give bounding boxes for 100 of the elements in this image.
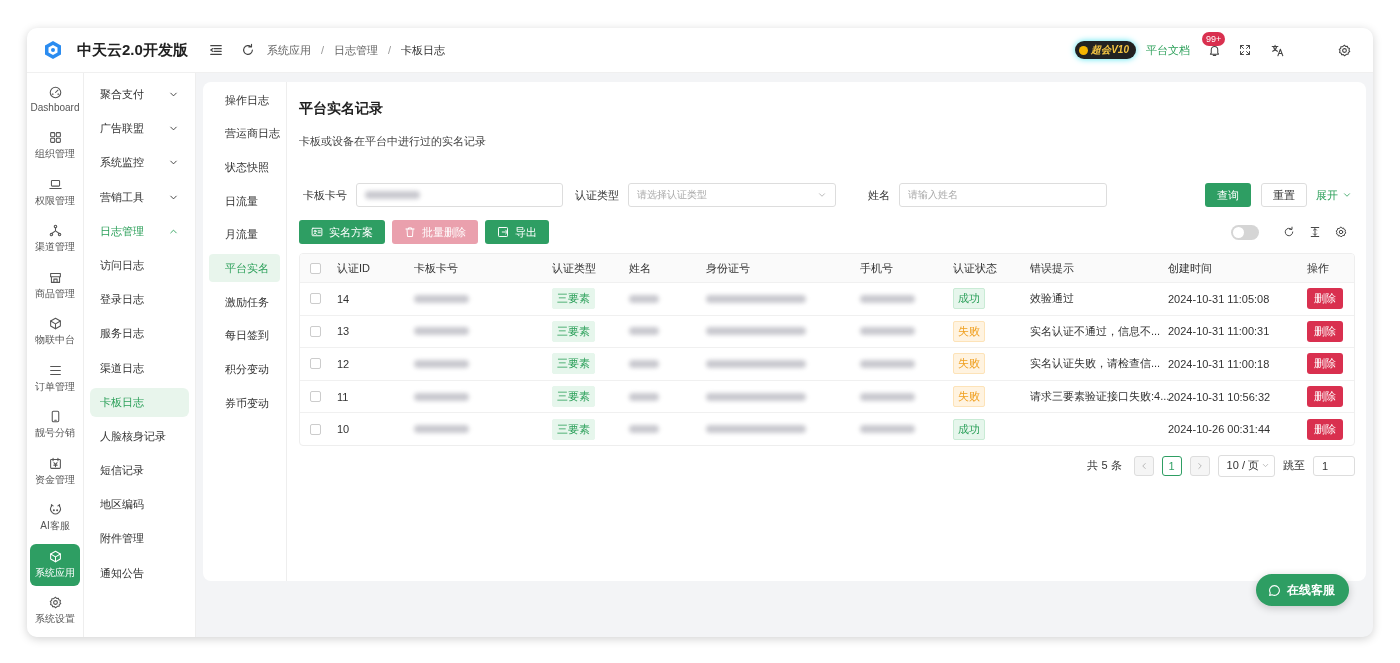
store-icon (48, 270, 62, 284)
type-tag: 三要素 (552, 386, 595, 408)
vip-badge[interactable]: 超会V10 (1075, 41, 1136, 59)
column-settings-button[interactable] (1335, 226, 1347, 238)
menu-item[interactable]: 地区编码 (90, 490, 189, 520)
settings-icon (1338, 43, 1351, 57)
settings-icon (1335, 226, 1347, 238)
filter-label: 姓名 (868, 187, 890, 203)
delete-button[interactable]: 删除 (1307, 386, 1343, 408)
nav-rail-item[interactable]: 资金管理 (30, 451, 80, 493)
total-count: 共 5 条 (1087, 458, 1122, 474)
column-header: 姓名 (629, 260, 652, 276)
input-field[interactable] (356, 183, 563, 207)
table-cell-text: 14 (337, 292, 351, 305)
id-card-icon (311, 226, 323, 238)
table-cell-text: 效验通过 (1030, 291, 1075, 307)
nav-rail-item[interactable]: 渠道管理 (30, 218, 80, 261)
table-cell-text: 11 (337, 390, 350, 403)
menu-item[interactable]: 通知公告 (90, 558, 189, 588)
menu-group[interactable]: 日志管理 (90, 216, 189, 246)
refresh-button[interactable] (241, 43, 255, 57)
row-checkbox[interactable] (310, 325, 321, 337)
sub-nav-item[interactable]: 每日签到 (209, 321, 280, 350)
sub-nav-item[interactable]: 操作日志 (209, 86, 280, 114)
menu-item[interactable]: 渠道日志 (90, 353, 189, 383)
menu-toggle-button[interactable] (209, 43, 223, 57)
prev-page-button[interactable] (1133, 455, 1154, 476)
refresh-button[interactable] (1283, 226, 1295, 238)
fullscreen-button[interactable] (1239, 44, 1251, 56)
page-button[interactable]: 1 (1161, 455, 1182, 476)
filter-label: 认证类型 (575, 187, 619, 203)
status-tag: 失败 (953, 320, 985, 342)
nav-rail-item[interactable]: 订单管理 (30, 358, 80, 400)
row-height-button[interactable] (1309, 226, 1321, 238)
bell-icon (1208, 43, 1221, 57)
row-checkbox[interactable] (310, 423, 321, 435)
nav-rail-item[interactable]: 组织管理 (30, 125, 80, 168)
table-cell-text: 10 (337, 423, 351, 436)
menu-item[interactable]: 短信记录 (90, 456, 189, 486)
translate-icon (1271, 43, 1284, 57)
select-all-checkbox[interactable] (310, 262, 321, 274)
table-cell-text: 实名认证不通过，信息不... (1030, 323, 1162, 339)
menu-item[interactable]: 登录日志 (90, 285, 189, 315)
nav-rail-item[interactable]: 系统设置 (30, 590, 80, 633)
nav-rail-item[interactable]: 靓号分销 (30, 404, 80, 447)
settings-button[interactable] (1338, 43, 1351, 57)
chat-icon (1268, 583, 1281, 597)
sub-nav-item[interactable]: 日流量 (209, 187, 280, 216)
sub-nav-item[interactable]: 状态快照 (209, 153, 280, 182)
breadcrumb-item[interactable]: 系统应用 (267, 42, 311, 58)
breadcrumb-item[interactable]: 日志管理 (334, 42, 379, 58)
table-cell-text: 2024-10-26 00:31:44 (1168, 423, 1272, 436)
delete-button[interactable]: 删除 (1307, 418, 1343, 440)
calendar-icon (48, 456, 62, 470)
menu-group[interactable]: 广告联盟 (90, 114, 189, 144)
nav-rail-item[interactable]: 商品管理 (30, 265, 80, 307)
sub-nav-item[interactable]: 月流量 (209, 220, 280, 249)
menu-group[interactable]: 聚合支付 (90, 80, 189, 109)
breadcrumb-separator: / (321, 44, 325, 56)
language-button[interactable] (1271, 43, 1284, 57)
chevron-down-icon (1342, 190, 1352, 200)
menu-group[interactable]: 系统监控 (90, 148, 189, 178)
column-header: 创建时间 (1168, 260, 1213, 276)
nav-rail-item[interactable]: 物联中台 (30, 311, 80, 354)
row-checkbox[interactable] (310, 293, 321, 305)
page-size-select[interactable]: 10 / 页 (1217, 454, 1275, 477)
sub-nav-item[interactable]: 券币变动 (209, 389, 280, 418)
expand-link[interactable]: 展开 (1307, 183, 1355, 207)
reset-button[interactable]: 重置 (1261, 183, 1307, 207)
delete-button[interactable]: 删除 (1307, 353, 1343, 375)
menu-item[interactable]: 人脸核身记录 (90, 421, 189, 451)
column-header: 认证类型 (552, 260, 597, 276)
nav-rail-item[interactable]: Dashboard (30, 79, 80, 121)
menu-group[interactable]: 营销工具 (90, 182, 189, 212)
filter-label: 卡板卡号 (303, 187, 347, 203)
notification-button[interactable] (1208, 43, 1221, 57)
type-tag: 三要素 (552, 288, 595, 310)
next-page-button[interactable] (1189, 455, 1210, 476)
app-title: 中天云2.0开发版 (77, 40, 188, 60)
table-cell-text: 2024-10-31 11:00:18 (1168, 358, 1271, 370)
sub-nav-item[interactable]: 激励任务 (209, 288, 280, 317)
menu-item[interactable]: 访问日志 (90, 250, 189, 280)
toggle-switch[interactable] (1231, 224, 1259, 240)
column-header: 认证状态 (953, 260, 998, 276)
docs-link[interactable]: 平台文档 (1146, 42, 1190, 58)
sub-nav-item[interactable]: 积分变动 (209, 355, 280, 384)
table-cell-text: 2024-10-31 10:56:32 (1168, 390, 1272, 403)
menu-item[interactable]: 服务日志 (90, 319, 189, 349)
row-checkbox[interactable] (310, 358, 321, 370)
gauge-icon (48, 86, 62, 100)
jump-label: 跳至 (1283, 458, 1305, 474)
delete-button[interactable]: 删除 (1307, 320, 1343, 342)
sub-nav-item[interactable]: 营运商日志 (209, 119, 280, 148)
row-checkbox[interactable] (310, 391, 321, 403)
nav-rail-item[interactable]: 权限管理 (30, 172, 80, 214)
menu-item[interactable]: 附件管理 (90, 524, 189, 554)
page-jump-field[interactable]: 1 (1313, 455, 1355, 476)
delete-button[interactable]: 删除 (1307, 288, 1343, 310)
laptop-icon (48, 177, 62, 191)
nav-rail-item[interactable]: AI客服 (30, 497, 80, 540)
